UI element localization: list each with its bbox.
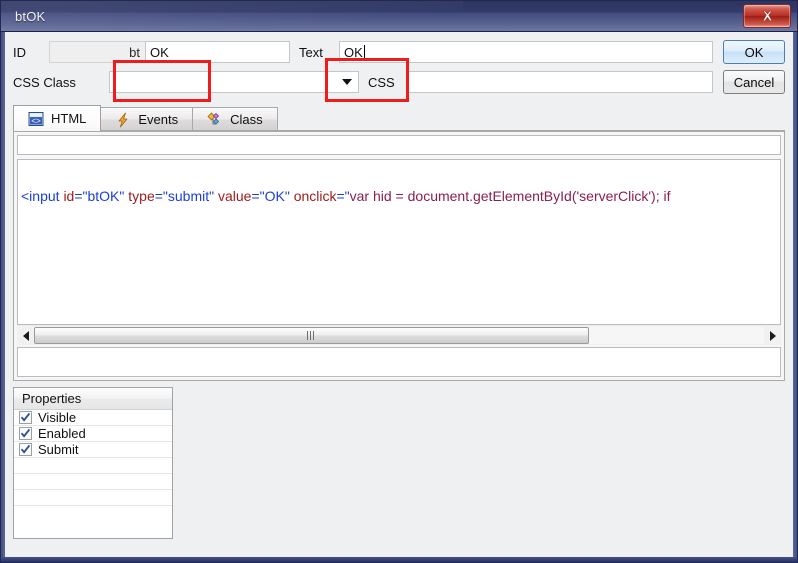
- horizontal-scrollbar[interactable]: [17, 325, 781, 345]
- properties-header: Properties: [14, 388, 172, 410]
- checkbox-checked-icon[interactable]: [19, 443, 32, 456]
- tab-class-label: Class: [230, 112, 263, 127]
- property-row-empty: [14, 490, 172, 506]
- code-token-9: var hid = document.getElementById('serve…: [349, 188, 671, 204]
- property-label: Submit: [38, 442, 79, 457]
- properties-rows: Visible Enabled Submit: [14, 410, 172, 506]
- text-input[interactable]: OK: [339, 41, 713, 63]
- scrollbar-thumb[interactable]: [34, 327, 589, 344]
- tab-html-label: HTML: [51, 111, 87, 126]
- tab-strip: <> HTML Events Class: [13, 105, 785, 131]
- text-input-value: OK: [344, 45, 363, 60]
- property-row-empty: [14, 458, 172, 474]
- css-input[interactable]: [408, 71, 713, 93]
- checkbox-checked-icon[interactable]: [19, 411, 32, 424]
- property-row[interactable]: Visible: [14, 410, 172, 426]
- lightning-bolt-icon: [115, 112, 131, 128]
- property-label: Enabled: [38, 426, 86, 441]
- tab-events-label: Events: [138, 112, 179, 127]
- property-label: Visible: [38, 410, 77, 425]
- scroll-left-button[interactable]: [17, 327, 34, 344]
- editor-panel: <input id="btOK" type="submit" value="OK…: [13, 131, 785, 381]
- checkbox-checked-icon[interactable]: [19, 427, 32, 440]
- tab-strip-underline: [13, 130, 785, 131]
- code-token-8: =": [336, 188, 350, 204]
- code-token-2: ="btOK": [74, 188, 129, 204]
- form-row-id: ID bt OK Text OK OK: [13, 39, 785, 65]
- close-x-icon: [761, 10, 774, 22]
- css-class-combobox[interactable]: [109, 71, 359, 93]
- css-label: CSS: [368, 74, 395, 90]
- form-row-css: CSS Class CSS Cancel: [13, 69, 785, 95]
- properties-panel: Properties Visible Enabled Submit: [13, 387, 173, 539]
- code-line: <input id="btOK" type="submit" value="OK…: [21, 188, 671, 204]
- editor-status-strip: [17, 347, 781, 377]
- grip-icon: [306, 331, 316, 340]
- window-frame-right: [793, 1, 797, 562]
- ok-button[interactable]: OK: [723, 40, 785, 64]
- id-label: ID: [13, 44, 26, 60]
- code-token-4: ="submit": [154, 188, 218, 204]
- window-title: btOK: [15, 8, 46, 24]
- text-caret: [363, 45, 365, 59]
- tab-class[interactable]: Class: [192, 107, 278, 131]
- editor-top-strip: [17, 135, 781, 155]
- arrow-left-icon: [22, 330, 29, 341]
- scrollbar-track[interactable]: [34, 327, 764, 344]
- tab-events[interactable]: Events: [100, 107, 194, 131]
- property-row[interactable]: Enabled: [14, 426, 172, 442]
- svg-text:<>: <>: [31, 116, 41, 125]
- scroll-right-button[interactable]: [764, 327, 781, 344]
- close-button[interactable]: [743, 4, 791, 28]
- properties-form: ID bt OK Text OK OK CSS Class CSS Cancel: [5, 32, 793, 103]
- code-token-1: id: [63, 188, 75, 204]
- code-token-6: ="OK": [251, 188, 294, 204]
- css-class-label: CSS Class: [13, 74, 76, 90]
- code-brackets-icon: <>: [28, 111, 44, 127]
- chevron-down-icon: [342, 79, 352, 85]
- text-label: Text: [299, 44, 323, 60]
- dialog-client-area: ID bt OK Text OK OK CSS Class CSS Cancel: [5, 32, 793, 557]
- arrow-right-icon: [769, 330, 776, 341]
- code-token-3: type: [128, 188, 155, 204]
- title-bar-gloss: [1, 1, 463, 31]
- property-row-empty: [14, 474, 172, 490]
- id-prefix-field[interactable]: bt: [49, 41, 145, 63]
- bottom-area: Properties Visible Enabled Submit: [13, 387, 785, 557]
- tab-html[interactable]: <> HTML: [13, 105, 102, 131]
- id-suffix-field[interactable]: OK: [145, 41, 290, 63]
- dialog-window: btOK ID bt OK Text OK OK CSS Class CSS C…: [0, 0, 798, 563]
- code-editor[interactable]: <input id="btOK" type="submit" value="OK…: [17, 159, 781, 325]
- title-bar: btOK: [1, 1, 797, 32]
- code-token-5: value: [217, 188, 252, 204]
- code-token-0: <input: [21, 188, 64, 204]
- diamonds-icon: [207, 111, 223, 128]
- code-token-7: onclick: [293, 188, 337, 204]
- cancel-button[interactable]: Cancel: [723, 70, 785, 94]
- property-row[interactable]: Submit: [14, 442, 172, 458]
